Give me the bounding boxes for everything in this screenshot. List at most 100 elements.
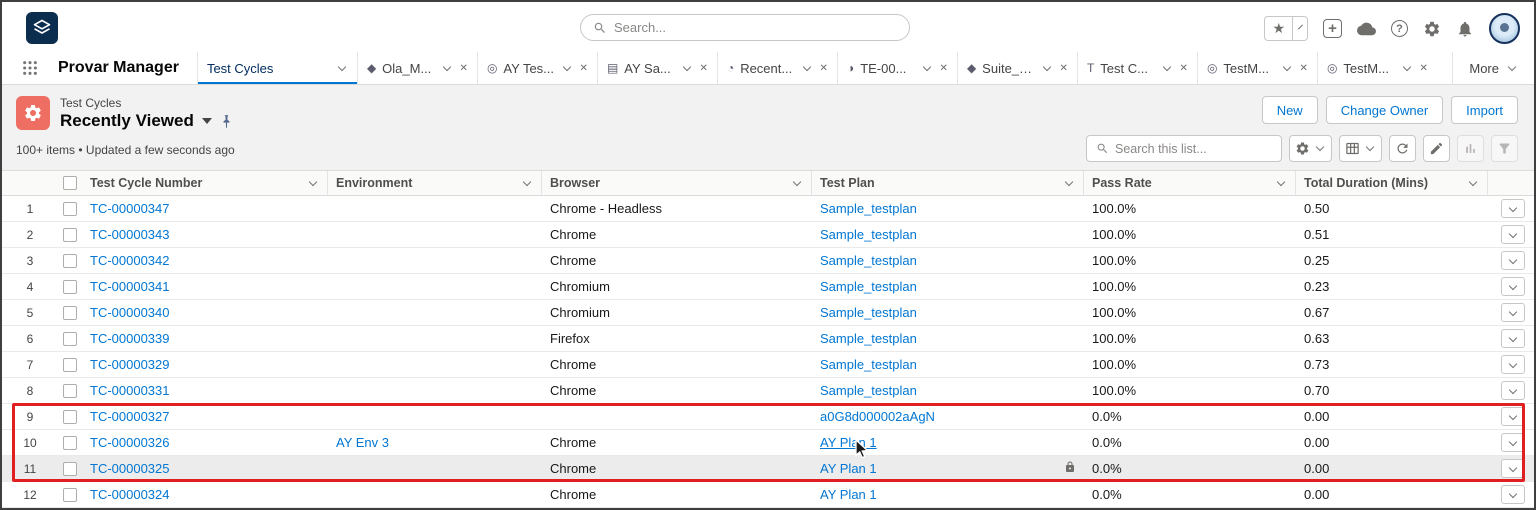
star-icon[interactable]: ★: [1265, 20, 1292, 37]
chart-button[interactable]: [1457, 135, 1484, 162]
test-cycle-link[interactable]: TC-00000343: [90, 227, 170, 242]
row-actions-button[interactable]: [1501, 485, 1525, 504]
workspace-tab[interactable]: ▤ AY Sa... ✕: [596, 52, 717, 84]
setup-gear-icon[interactable]: [1423, 20, 1441, 38]
test-plan-link[interactable]: Sample_testplan: [820, 227, 917, 242]
tab-close-icon[interactable]: ✕: [699, 63, 708, 74]
workspace-tab[interactable]: ◎ TestM... ✕: [1196, 52, 1317, 84]
test-cycle-link[interactable]: TC-00000326: [90, 435, 170, 450]
row-actions-button[interactable]: [1501, 381, 1525, 400]
row-actions-button[interactable]: [1501, 329, 1525, 348]
select-all-checkbox[interactable]: [63, 176, 77, 190]
table-row[interactable]: 4 TC-00000341 Chromium Sample_testplan 1…: [2, 274, 1534, 300]
tab-close-icon[interactable]: ✕: [1179, 63, 1188, 74]
row-checkbox[interactable]: [63, 383, 77, 398]
test-plan-link[interactable]: Sample_testplan: [820, 305, 917, 320]
test-plan-link[interactable]: Sample_testplan: [820, 253, 917, 268]
list-search-input[interactable]: [1115, 141, 1276, 156]
test-cycle-link[interactable]: TC-00000324: [90, 487, 170, 502]
test-plan-link[interactable]: AY Plan 1: [820, 461, 877, 476]
row-actions-button[interactable]: [1501, 251, 1525, 270]
list-search[interactable]: [1086, 135, 1282, 162]
table-row[interactable]: 6 TC-00000339 Firefox Sample_testplan 10…: [2, 326, 1534, 352]
workspace-tab[interactable]: ◆ Ola_M... ✕: [356, 52, 477, 84]
favorites-button[interactable]: ★: [1264, 16, 1308, 41]
chevron-down-icon[interactable]: [1275, 177, 1287, 189]
notifications-bell-icon[interactable]: [1456, 20, 1474, 38]
guidance-cloud-icon[interactable]: [1357, 21, 1376, 36]
column-header-environment[interactable]: Environment: [328, 171, 542, 195]
table-row[interactable]: 8 TC-00000331 Chrome Sample_testplan 100…: [2, 378, 1534, 404]
refresh-button[interactable]: [1389, 135, 1416, 162]
test-plan-link[interactable]: AY Plan 1: [820, 487, 877, 502]
row-checkbox[interactable]: [63, 357, 77, 372]
column-header-test-plan[interactable]: Test Plan: [812, 171, 1084, 195]
workspace-tab[interactable]: Test Cycles: [196, 52, 357, 84]
table-row[interactable]: 9 TC-00000327 a0G8d000002aAgN 0.0% 0.00: [2, 404, 1534, 430]
test-cycle-link[interactable]: TC-00000342: [90, 253, 170, 268]
test-cycle-link[interactable]: TC-00000331: [90, 383, 170, 398]
chevron-down-icon[interactable]: [801, 62, 813, 74]
chevron-down-icon[interactable]: [1281, 62, 1293, 74]
test-plan-link[interactable]: Sample_testplan: [820, 279, 917, 294]
workspace-tab[interactable]: T Test C... ✕: [1076, 52, 1197, 84]
change-owner-button[interactable]: Change Owner: [1325, 96, 1444, 124]
test-plan-link[interactable]: Sample_testplan: [820, 201, 917, 216]
workspace-tab[interactable]: ◎ TestM... ✕: [1316, 52, 1437, 84]
workspace-tab[interactable]: ◑ TE-00... ✕: [836, 52, 957, 84]
test-plan-link[interactable]: a0G8d000002aAgN: [820, 409, 935, 424]
workspace-tab[interactable]: ◔ Recent... ✕: [716, 52, 837, 84]
row-checkbox[interactable]: [63, 279, 77, 294]
pin-icon[interactable]: [220, 114, 233, 129]
row-checkbox[interactable]: [63, 305, 77, 320]
table-row[interactable]: 12 TC-00000324 Chrome AY Plan 1 0.0% 0.0…: [2, 482, 1534, 508]
tab-close-icon[interactable]: ✕: [459, 63, 468, 74]
user-avatar[interactable]: [1489, 13, 1520, 44]
chevron-down-icon[interactable]: [561, 62, 573, 74]
display-switcher-button[interactable]: [1339, 135, 1382, 162]
table-row[interactable]: 10 TC-00000326 AY Env 3 Chrome AY Plan 1…: [2, 430, 1534, 456]
workspace-tab[interactable]: ◆ Suite_1... ✕: [956, 52, 1077, 84]
chevron-down-icon[interactable]: [1467, 177, 1479, 189]
chevron-down-icon[interactable]: [1401, 62, 1413, 74]
workspace-tab[interactable]: ◎ AY Tes... ✕: [476, 52, 597, 84]
chevron-down-icon[interactable]: [791, 177, 803, 189]
new-button[interactable]: New: [1261, 96, 1318, 124]
table-row[interactable]: 3 TC-00000342 Chrome Sample_testplan 100…: [2, 248, 1534, 274]
row-checkbox[interactable]: [63, 227, 77, 242]
table-row[interactable]: 1 TC-00000347 Chrome - Headless Sample_t…: [2, 196, 1534, 222]
row-actions-button[interactable]: [1501, 303, 1525, 322]
row-actions-button[interactable]: [1501, 199, 1525, 218]
column-header-test-cycle-number[interactable]: Test Cycle Number: [82, 171, 328, 195]
tab-close-icon[interactable]: ✕: [1059, 63, 1068, 74]
chevron-down-icon[interactable]: [1063, 177, 1075, 189]
column-header-browser[interactable]: Browser: [542, 171, 812, 195]
row-actions-button[interactable]: [1501, 407, 1525, 426]
test-cycle-link[interactable]: TC-00000347: [90, 201, 170, 216]
table-row[interactable]: 2 TC-00000343 Chrome Sample_testplan 100…: [2, 222, 1534, 248]
row-actions-button[interactable]: [1501, 355, 1525, 374]
chevron-down-icon[interactable]: [521, 177, 533, 189]
row-actions-button[interactable]: [1501, 277, 1525, 296]
row-actions-button[interactable]: [1501, 225, 1525, 244]
row-checkbox[interactable]: [63, 331, 77, 346]
select-all-header[interactable]: [58, 171, 82, 195]
table-row[interactable]: 11 TC-00000325 Chrome AY Plan 1 0.0% 0.0…: [2, 456, 1534, 482]
edit-button[interactable]: [1423, 135, 1450, 162]
row-checkbox[interactable]: [63, 409, 77, 424]
tab-close-icon[interactable]: ✕: [819, 63, 828, 74]
table-row[interactable]: 5 TC-00000340 Chromium Sample_testplan 1…: [2, 300, 1534, 326]
row-actions-button[interactable]: [1501, 459, 1525, 478]
global-actions-plus-icon[interactable]: +: [1323, 19, 1342, 38]
row-checkbox[interactable]: [63, 487, 77, 502]
test-plan-link[interactable]: Sample_testplan: [820, 357, 917, 372]
test-cycle-link[interactable]: TC-00000325: [90, 461, 170, 476]
list-settings-button[interactable]: [1289, 135, 1332, 162]
help-icon[interactable]: ?: [1391, 20, 1408, 37]
column-header-pass-rate[interactable]: Pass Rate: [1084, 171, 1296, 195]
global-search[interactable]: [580, 14, 910, 41]
test-cycle-link[interactable]: TC-00000329: [90, 357, 170, 372]
table-row[interactable]: 7 TC-00000329 Chrome Sample_testplan 100…: [2, 352, 1534, 378]
app-launcher-icon[interactable]: [2, 52, 58, 84]
filter-button[interactable]: [1491, 135, 1518, 162]
